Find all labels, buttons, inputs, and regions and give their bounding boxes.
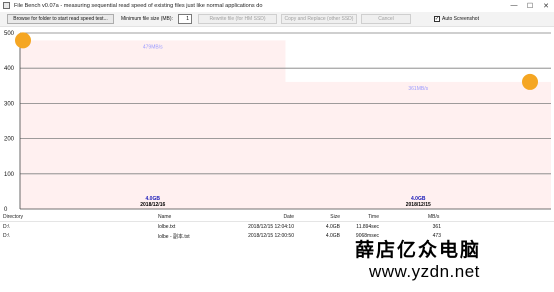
header-mbs[interactable]: MB/s — [428, 214, 439, 220]
read-speed-chart: 0 100 200 300 400 500 479MB/s 4.0GB 2018/12/16 36… — [0, 28, 554, 212]
browse-folder-button[interactable]: Browse for folder to start read speed te… — [7, 14, 114, 24]
y-tick-label: 500 — [4, 31, 15, 37]
header-directory[interactable]: Directory — [3, 214, 23, 220]
row-size: 4.0GB — [325, 224, 340, 230]
cancel-button[interactable]: Cancel — [361, 14, 411, 24]
bar-date-label: 2018/12/16 — [140, 202, 165, 208]
row-name: lolbe - 副本.txt — [158, 234, 190, 240]
row-name: lolbe.txt — [158, 224, 176, 230]
window-title: File Bench v0.07a - measuring sequential… — [14, 2, 263, 9]
y-tick-label: 300 — [4, 101, 15, 107]
maximize-button[interactable]: ☐ — [522, 0, 538, 11]
header-size[interactable]: Size — [320, 214, 340, 220]
header-time[interactable]: Time — [357, 214, 379, 220]
marker-dot — [522, 73, 538, 90]
bar — [20, 40, 286, 209]
minimize-button[interactable]: — — [506, 0, 522, 11]
title-bar: File Bench v0.07a - measuring sequential… — [0, 0, 554, 11]
app-icon — [3, 2, 10, 9]
copy-replace-button[interactable]: Copy and Replace (other SSD) — [281, 14, 357, 24]
watermark: 薛店亿众电脑 www.yzdn.net — [355, 235, 551, 287]
chart-svg: 0100200300400500479MB/s4.0GB2018/12/1636… — [4, 31, 551, 212]
rewrite-file-button[interactable]: Rewrite file (for HM SSD) — [198, 14, 277, 24]
toolbar: Browse for folder to start read speed te… — [0, 12, 554, 27]
row-time: 11.894sec — [356, 224, 379, 230]
row-date: 2018/12/15 12:00:50 — [248, 233, 294, 239]
row-directory: D:\ — [3, 224, 10, 230]
y-tick-label: 200 — [4, 137, 15, 143]
watermark-chinese-text: 薛店亿众电脑 — [355, 239, 482, 261]
y-tick-label: 100 — [4, 172, 15, 178]
header-name[interactable]: Name — [158, 214, 171, 220]
min-file-size-label: Minimum file size (MB): — [121, 16, 173, 22]
row-mbs: 361 — [432, 224, 441, 230]
header-date[interactable]: Date — [262, 214, 294, 220]
file-bench-window: File Bench v0.07a - measuring sequential… — [0, 0, 554, 292]
bar — [285, 81, 551, 209]
table-row[interactable]: D:\ lolbe.txt 2018/12/15 12:04:10 4.0GB … — [0, 223, 554, 232]
row-size: 4.0GB — [325, 233, 340, 239]
bar-date-label: 2018/12/15 — [406, 202, 431, 208]
bar-speed-label: 479MB/s — [143, 44, 163, 50]
min-file-size-input[interactable]: 1 — [178, 14, 192, 24]
close-button[interactable]: ✕ — [538, 0, 554, 11]
y-tick-label: 400 — [4, 66, 15, 72]
marker-dot — [15, 32, 31, 49]
row-directory: D:\ — [3, 233, 10, 239]
auto-screenshot-checkbox[interactable]: ✓ — [434, 16, 440, 22]
table-header: Directory Name Date Size Time MB/s — [0, 212, 554, 222]
auto-screenshot-label: Auto Screenshot — [442, 16, 479, 22]
bar-speed-label: 361MB/s — [408, 86, 428, 92]
watermark-url: www.yzdn.net — [369, 262, 480, 281]
row-date: 2018/12/15 12:04:10 — [248, 224, 294, 230]
